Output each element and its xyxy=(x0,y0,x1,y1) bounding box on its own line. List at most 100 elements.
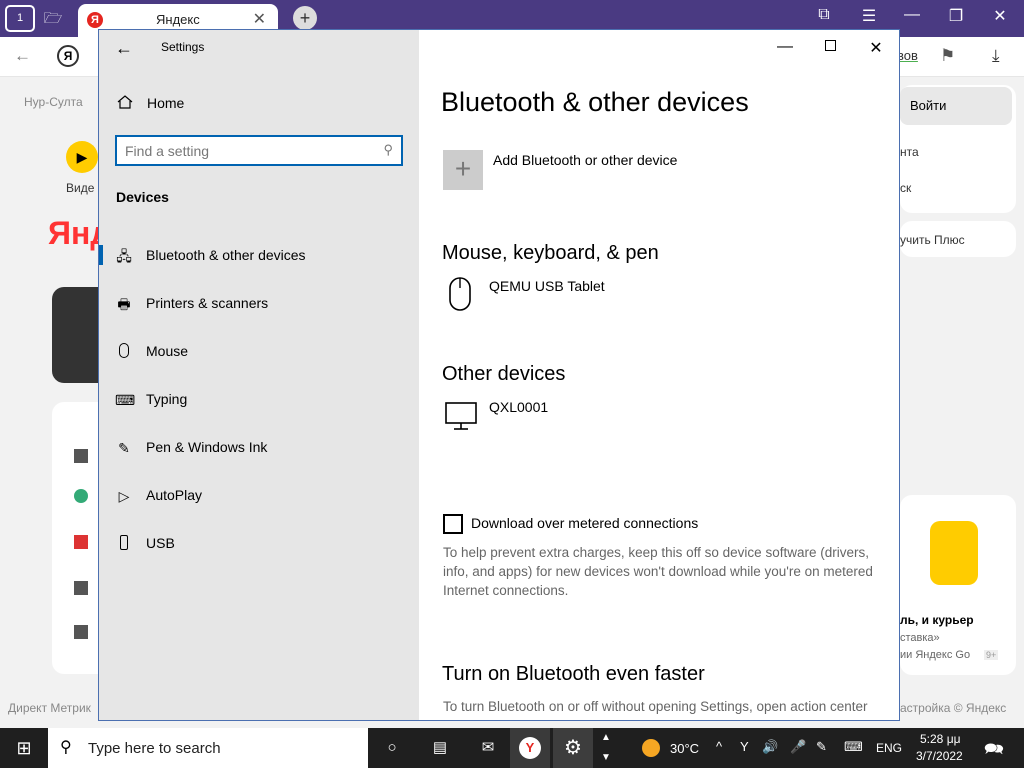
add-device-button[interactable]: Add Bluetooth or other device xyxy=(493,152,677,168)
task-view-icon[interactable]: ○ xyxy=(372,728,412,768)
nav-item-typing[interactable]: ⌨ Typing xyxy=(99,379,419,419)
device-name[interactable]: QXL0001 xyxy=(489,399,548,415)
right-link-2[interactable]: ск xyxy=(900,181,911,195)
service-icon[interactable] xyxy=(74,625,88,639)
clock-date[interactable]: 3/7/2022 xyxy=(916,749,963,763)
mouse-icon xyxy=(115,343,133,361)
yandex-favicon-icon: Я xyxy=(87,12,103,28)
right-link-1[interactable]: нта xyxy=(900,145,919,159)
home-badge: 1 xyxy=(16,12,24,24)
window-close-icon[interactable]: ✕ xyxy=(866,38,886,57)
service-icon[interactable] xyxy=(74,581,88,595)
play-icon[interactable]: ▶ xyxy=(66,141,98,173)
nav-item-bluetooth[interactable]: 🖧 Bluetooth & other devices xyxy=(99,235,419,275)
login-button[interactable]: Войти xyxy=(900,87,1012,125)
bookmark-icon[interactable]: ⚑ xyxy=(940,46,955,66)
scroll-arrows-icon[interactable]: ▲ ▼ xyxy=(596,728,616,768)
window-maximize-icon[interactable] xyxy=(820,38,840,54)
promo-image xyxy=(930,521,978,585)
menu-icon[interactable]: ☰ xyxy=(855,6,883,26)
login-label: Войти xyxy=(910,98,947,113)
monitor-device-icon[interactable] xyxy=(443,398,479,434)
back-arrow-icon[interactable]: ← xyxy=(14,46,31,66)
notifications-icon[interactable]: 🗪 xyxy=(984,738,1004,765)
service-icon[interactable] xyxy=(74,449,88,463)
yandex-button[interactable]: Я xyxy=(57,45,79,67)
mouse-device-icon[interactable] xyxy=(443,276,479,312)
promo-line3: ии Яндекс Go xyxy=(900,649,971,661)
volume-icon[interactable]: 🔊 xyxy=(762,739,778,755)
search-box[interactable]: ⚲ xyxy=(115,135,403,166)
nav-label: Typing xyxy=(146,391,188,407)
printer-icon: 🖶 xyxy=(117,296,131,312)
close-icon[interactable]: ✕ xyxy=(986,6,1014,26)
nav-label: Printers & scanners xyxy=(146,295,269,311)
video-label[interactable]: Виде xyxy=(66,181,94,195)
nav-item-mouse[interactable]: Mouse xyxy=(99,331,419,371)
tray-expand-icon[interactable]: ^ xyxy=(716,739,722,754)
nav-item-printers[interactable]: 🖶 Printers & scanners xyxy=(99,283,419,323)
service-icon[interactable] xyxy=(74,535,88,549)
footer-links-right[interactable]: астройка © Яндекс xyxy=(900,701,1006,715)
nav-label: Bluetooth & other devices xyxy=(146,247,306,263)
settings-taskbar-icon[interactable]: ⚙ xyxy=(553,728,593,768)
search-input[interactable] xyxy=(125,138,375,163)
autoplay-icon: ▷ xyxy=(118,488,130,504)
taskbar: ⊞ ⚲ Type here to search ○ ▤ ✉ Y ⚙ ▲ ▼ 30°… xyxy=(0,728,1024,768)
weather-icon[interactable] xyxy=(642,739,660,757)
settings-main: — ✕ Bluetooth & other devices + Add Blue… xyxy=(419,30,899,720)
home-icon xyxy=(117,95,133,109)
clock-time[interactable]: 5:28 μμ xyxy=(920,732,961,746)
home-tab-button[interactable]: 1 xyxy=(5,5,35,32)
faster-description: To turn Bluetooth on or off without open… xyxy=(443,699,868,720)
bookmarks-icon[interactable]: ⧉ xyxy=(810,6,838,24)
metered-description: To help prevent extra charges, keep this… xyxy=(443,545,873,598)
section-mouse-heading: Mouse, keyboard, & pen xyxy=(442,242,659,264)
nav-label: Pen & Windows Ink xyxy=(146,439,268,455)
windows-start-icon[interactable]: ⊞ xyxy=(4,728,44,768)
nav-item-usb[interactable]: USB xyxy=(99,523,419,563)
download-icon[interactable]: ⤓ xyxy=(992,46,1000,66)
category-heading: Devices xyxy=(116,189,169,205)
home-nav-item[interactable]: Home xyxy=(99,88,419,118)
service-icon[interactable] xyxy=(74,489,88,503)
footer-links-left[interactable]: Директ Метрик xyxy=(8,701,91,715)
back-arrow-icon[interactable]: ← xyxy=(115,38,133,59)
pen-icon: ✎ xyxy=(118,440,130,456)
window-minimize-icon[interactable]: — xyxy=(775,38,795,55)
device-name[interactable]: QEMU USB Tablet xyxy=(489,278,605,294)
promo-title: ль, и курьер xyxy=(900,613,974,627)
close-tab-icon[interactable]: ✕ xyxy=(253,9,266,29)
add-device-icon[interactable]: + xyxy=(443,150,483,190)
microphone-icon[interactable]: 🎤 xyxy=(790,739,806,755)
nav-label: AutoPlay xyxy=(146,487,203,503)
search-icon: ⚲ xyxy=(60,739,72,756)
temperature[interactable]: 30°C xyxy=(670,741,699,756)
nav-item-autoplay[interactable]: ▷ AutoPlay xyxy=(99,475,419,515)
mail-icon[interactable]: ✉ xyxy=(468,728,508,768)
widgets-icon[interactable]: ▤ xyxy=(420,728,460,768)
promo-card[interactable]: ль, и курьер ставка» ии Яндекс Go 9+ xyxy=(900,495,1016,675)
taskbar-search[interactable]: ⚲ Type here to search xyxy=(48,728,368,768)
metered-checkbox[interactable] xyxy=(443,514,463,534)
new-folder-icon[interactable]: 🗁 xyxy=(38,5,68,32)
promo-badge: 9+ xyxy=(984,650,999,660)
search-icon: ⚲ xyxy=(383,142,393,157)
minimize-icon[interactable]: — xyxy=(898,6,926,24)
restore-icon[interactable]: ❐ xyxy=(942,6,970,26)
language-indicator[interactable]: ENG xyxy=(876,741,902,755)
new-tab-button[interactable]: + xyxy=(293,6,317,30)
page-title: Bluetooth & other devices xyxy=(441,87,749,117)
metered-label[interactable]: Download over metered connections xyxy=(471,515,698,531)
nav-item-pen[interactable]: ✎ Pen & Windows Ink xyxy=(99,427,419,467)
keyboard-tray-icon[interactable]: ⌨ xyxy=(844,739,863,755)
yandex-tray-icon[interactable]: Y xyxy=(740,739,749,754)
faster-heading: Turn on Bluetooth even faster xyxy=(442,663,705,685)
system-tray: 30°C ^ Y 🔊 🎤 ✎ ⌨ ENG 5:28 μμ 3/7/2022 🗪 xyxy=(640,728,1024,768)
settings-window: ← Settings Home ⚲ Devices 🖧 Bluetooth & … xyxy=(98,29,900,721)
location-label[interactable]: Нур-Султа xyxy=(24,95,83,109)
plus-card[interactable]: учить Плюс xyxy=(900,221,1016,257)
pen-tray-icon[interactable]: ✎ xyxy=(816,739,827,755)
yandex-browser-taskbar-icon[interactable]: Y xyxy=(510,728,550,768)
plus-label: учить Плюс xyxy=(900,233,965,247)
